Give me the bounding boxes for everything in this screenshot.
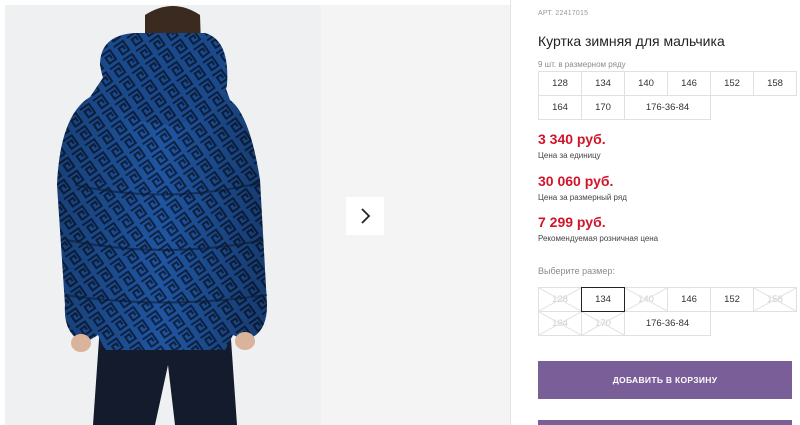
pack-size-cell: 140 — [624, 71, 668, 96]
pack-price-caption: Цена за размерный ряд — [538, 193, 627, 202]
size-option-140: 140 — [624, 287, 668, 312]
product-photo[interactable] — [5, 5, 321, 425]
product-gallery — [0, 0, 510, 425]
pack-size-grid: 128 134 140 146 152 158 164 170 176-36-8… — [538, 71, 797, 120]
size-option-170: 170 — [581, 311, 625, 336]
size-option-134[interactable]: 134 — [581, 287, 625, 312]
divider — [510, 0, 511, 425]
unavailable-cross-icon — [582, 312, 624, 335]
pack-size-cell: 146 — [667, 71, 711, 96]
size-selector: 128 134 140 146 152 158 164170 176-36-84 — [538, 287, 797, 336]
pack-quantity-note: 9 шт. в размерном ряду — [538, 60, 626, 69]
unit-price: 3 340 руб. — [538, 131, 606, 147]
size-option-label: 134 — [595, 294, 611, 305]
size-option-label: 146 — [681, 294, 697, 305]
pack-size-cell: 152 — [710, 71, 754, 96]
article-number: АРТ. 22417015 — [538, 10, 589, 17]
chevron-right-icon — [361, 208, 371, 224]
size-option-176-36-84[interactable]: 176-36-84 — [624, 311, 711, 336]
pack-price: 30 060 руб. — [538, 173, 614, 189]
retail-price-caption: Рекомендуемая розничная цена — [538, 234, 659, 243]
gallery-next-button[interactable] — [346, 197, 384, 235]
pack-size-cell: 170 — [581, 95, 625, 120]
add-to-cart-button[interactable]: ДОБАВИТЬ В КОРЗИНУ — [538, 361, 792, 399]
unavailable-cross-icon — [539, 312, 581, 335]
unavailable-cross-icon — [754, 288, 796, 311]
product-title: Куртка зимняя для мальчика — [538, 33, 725, 49]
unavailable-cross-icon — [625, 288, 667, 311]
unavailable-cross-icon — [539, 288, 581, 311]
size-option-152[interactable]: 152 — [710, 287, 754, 312]
size-option-label: 176-36-84 — [645, 318, 690, 329]
pack-size-cell: 176-36-84 — [624, 95, 711, 120]
size-option-164: 164 — [538, 311, 582, 336]
pack-size-cell: 134 — [581, 71, 625, 96]
jacket-illustration — [5, 5, 321, 425]
unit-price-caption: Цена за единицу — [538, 151, 601, 160]
pack-size-cell: 128 — [538, 71, 582, 96]
pack-size-cell: 164 — [538, 95, 582, 120]
size-option-158: 158 — [753, 287, 797, 312]
size-option-128: 128 — [538, 287, 582, 312]
pack-size-cell: 158 — [753, 71, 797, 96]
choose-size-label: Выберите размер: — [538, 266, 615, 276]
size-option-label: 152 — [724, 294, 740, 305]
secondary-button[interactable] — [538, 420, 792, 425]
retail-price: 7 299 руб. — [538, 214, 606, 230]
size-option-146[interactable]: 146 — [667, 287, 711, 312]
